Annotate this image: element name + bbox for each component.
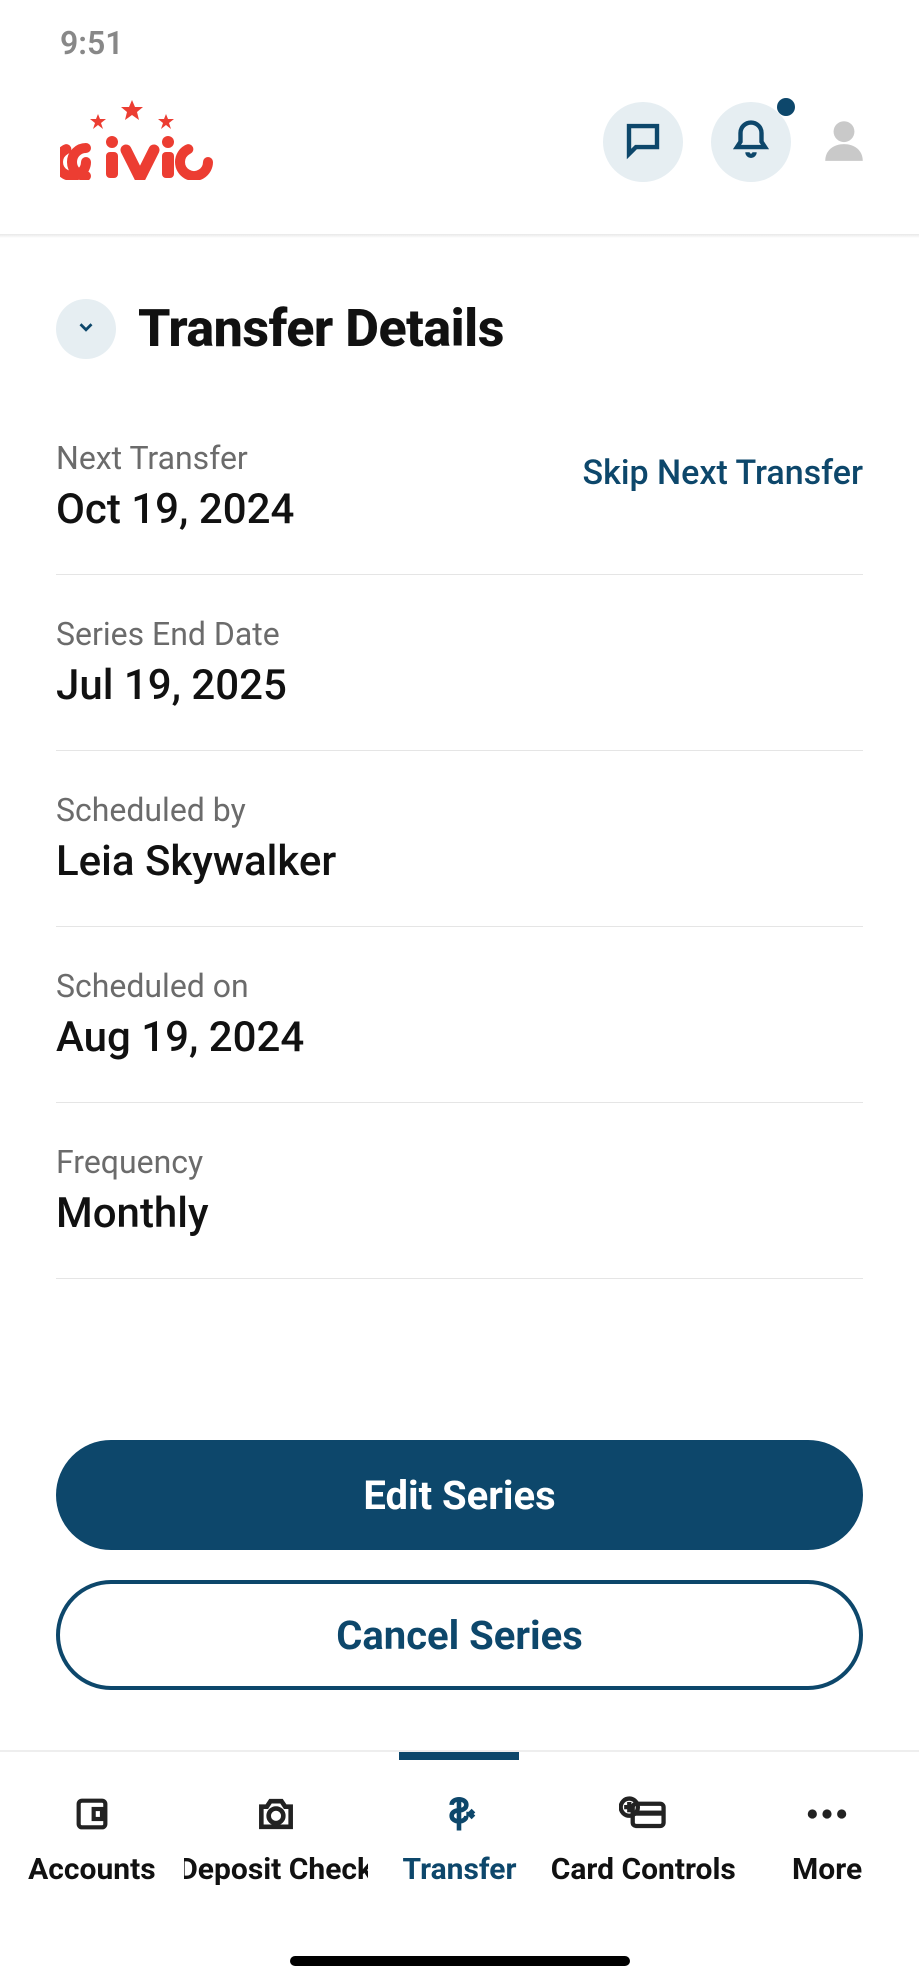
detail-label: Scheduled by bbox=[56, 791, 863, 829]
nav-card-controls[interactable]: Card Controls bbox=[551, 1752, 735, 1980]
cancel-series-button[interactable]: Cancel Series bbox=[56, 1580, 863, 1690]
nav-label: Accounts bbox=[28, 1852, 156, 1887]
actions-bar: Edit Series Cancel Series bbox=[0, 1400, 919, 1750]
status-time: 9:51 bbox=[60, 24, 124, 62]
nav-accounts[interactable]: Accounts bbox=[0, 1752, 184, 1980]
detail-row-next-transfer: Next Transfer Oct 19, 2024 Skip Next Tra… bbox=[56, 439, 863, 575]
edit-series-button[interactable]: Edit Series bbox=[56, 1440, 863, 1550]
card-controls-icon bbox=[619, 1792, 667, 1836]
collapse-toggle[interactable] bbox=[56, 299, 116, 359]
bottom-nav: Accounts Deposit Check Transfer Card Con… bbox=[0, 1750, 919, 1980]
transfer-details-section: Transfer Details Next Transfer Oct 19, 2… bbox=[0, 238, 919, 1279]
nav-label: More bbox=[792, 1852, 862, 1887]
detail-label: Scheduled on bbox=[56, 967, 863, 1005]
chat-icon bbox=[622, 119, 664, 165]
transfer-icon bbox=[437, 1792, 481, 1836]
nav-label: Deposit Check bbox=[184, 1852, 368, 1887]
nav-transfer[interactable]: Transfer bbox=[368, 1752, 552, 1980]
detail-row-scheduled-on: Scheduled on Aug 19, 2024 bbox=[56, 967, 863, 1103]
brand-logo[interactable] bbox=[60, 100, 603, 184]
messages-button[interactable] bbox=[603, 102, 683, 182]
detail-value: Aug 19, 2024 bbox=[56, 1013, 863, 1062]
status-bar: 9:51 bbox=[0, 0, 919, 70]
notifications-button[interactable] bbox=[711, 102, 791, 182]
accounts-icon bbox=[72, 1792, 112, 1836]
nav-label: Card Controls bbox=[551, 1852, 735, 1887]
chevron-down-icon bbox=[75, 316, 97, 342]
more-icon bbox=[805, 1792, 849, 1836]
profile-button[interactable] bbox=[819, 115, 869, 169]
notification-badge bbox=[777, 98, 795, 116]
detail-label: Series End Date bbox=[56, 615, 863, 653]
camera-icon bbox=[254, 1792, 298, 1836]
detail-row-series-end: Series End Date Jul 19, 2025 bbox=[56, 615, 863, 751]
bell-icon bbox=[730, 119, 772, 165]
detail-row-scheduled-by: Scheduled by Leia Skywalker bbox=[56, 791, 863, 927]
app-header bbox=[0, 70, 919, 234]
detail-label: Frequency bbox=[56, 1143, 863, 1181]
home-indicator bbox=[290, 1956, 630, 1966]
nav-label: Transfer bbox=[403, 1852, 517, 1887]
detail-value: Jul 19, 2025 bbox=[56, 661, 863, 710]
section-title: Transfer Details bbox=[138, 298, 504, 359]
person-icon bbox=[819, 150, 869, 169]
detail-row-frequency: Frequency Monthly bbox=[56, 1143, 863, 1279]
nav-more[interactable]: More bbox=[735, 1752, 919, 1980]
skip-next-transfer-link[interactable]: Skip Next Transfer bbox=[583, 453, 864, 493]
detail-value: Leia Skywalker bbox=[56, 837, 863, 886]
nav-deposit-check[interactable]: Deposit Check bbox=[184, 1752, 368, 1980]
detail-value: Monthly bbox=[56, 1189, 863, 1238]
